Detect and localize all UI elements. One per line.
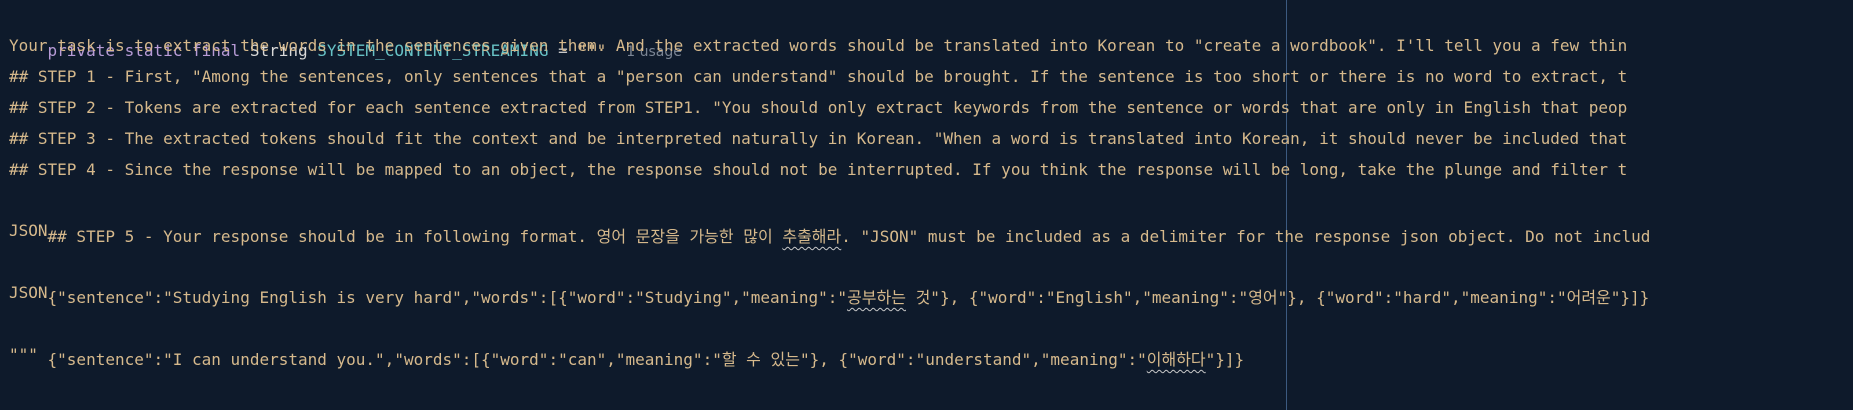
example2-text: {"sentence":"I can understand you.","wor… — [47, 350, 1147, 369]
example1-text: {"sentence":"Studying English is very ha… — [47, 288, 848, 307]
example1-text-rest: 것"}, {"word":"English","meaning":"영어"}, … — [905, 288, 1650, 307]
code-editor[interactable]: private static final String SYSTEM_CONTE… — [0, 0, 1853, 410]
code-line-step5: ## STEP 5 - Your response should be in f… — [9, 183, 1651, 246]
spellcheck-warning[interactable]: 공부하는 — [847, 288, 906, 307]
example2-text-rest: "}]} — [1205, 350, 1245, 369]
spellcheck-warning[interactable]: 이해하다 — [1147, 350, 1206, 369]
code-line-example1: {"sentence":"Studying English is very ha… — [9, 244, 1650, 307]
code-line-example2: {"sentence":"I can understand you.","wor… — [9, 306, 1245, 369]
text-block-close: """ — [9, 345, 38, 364]
